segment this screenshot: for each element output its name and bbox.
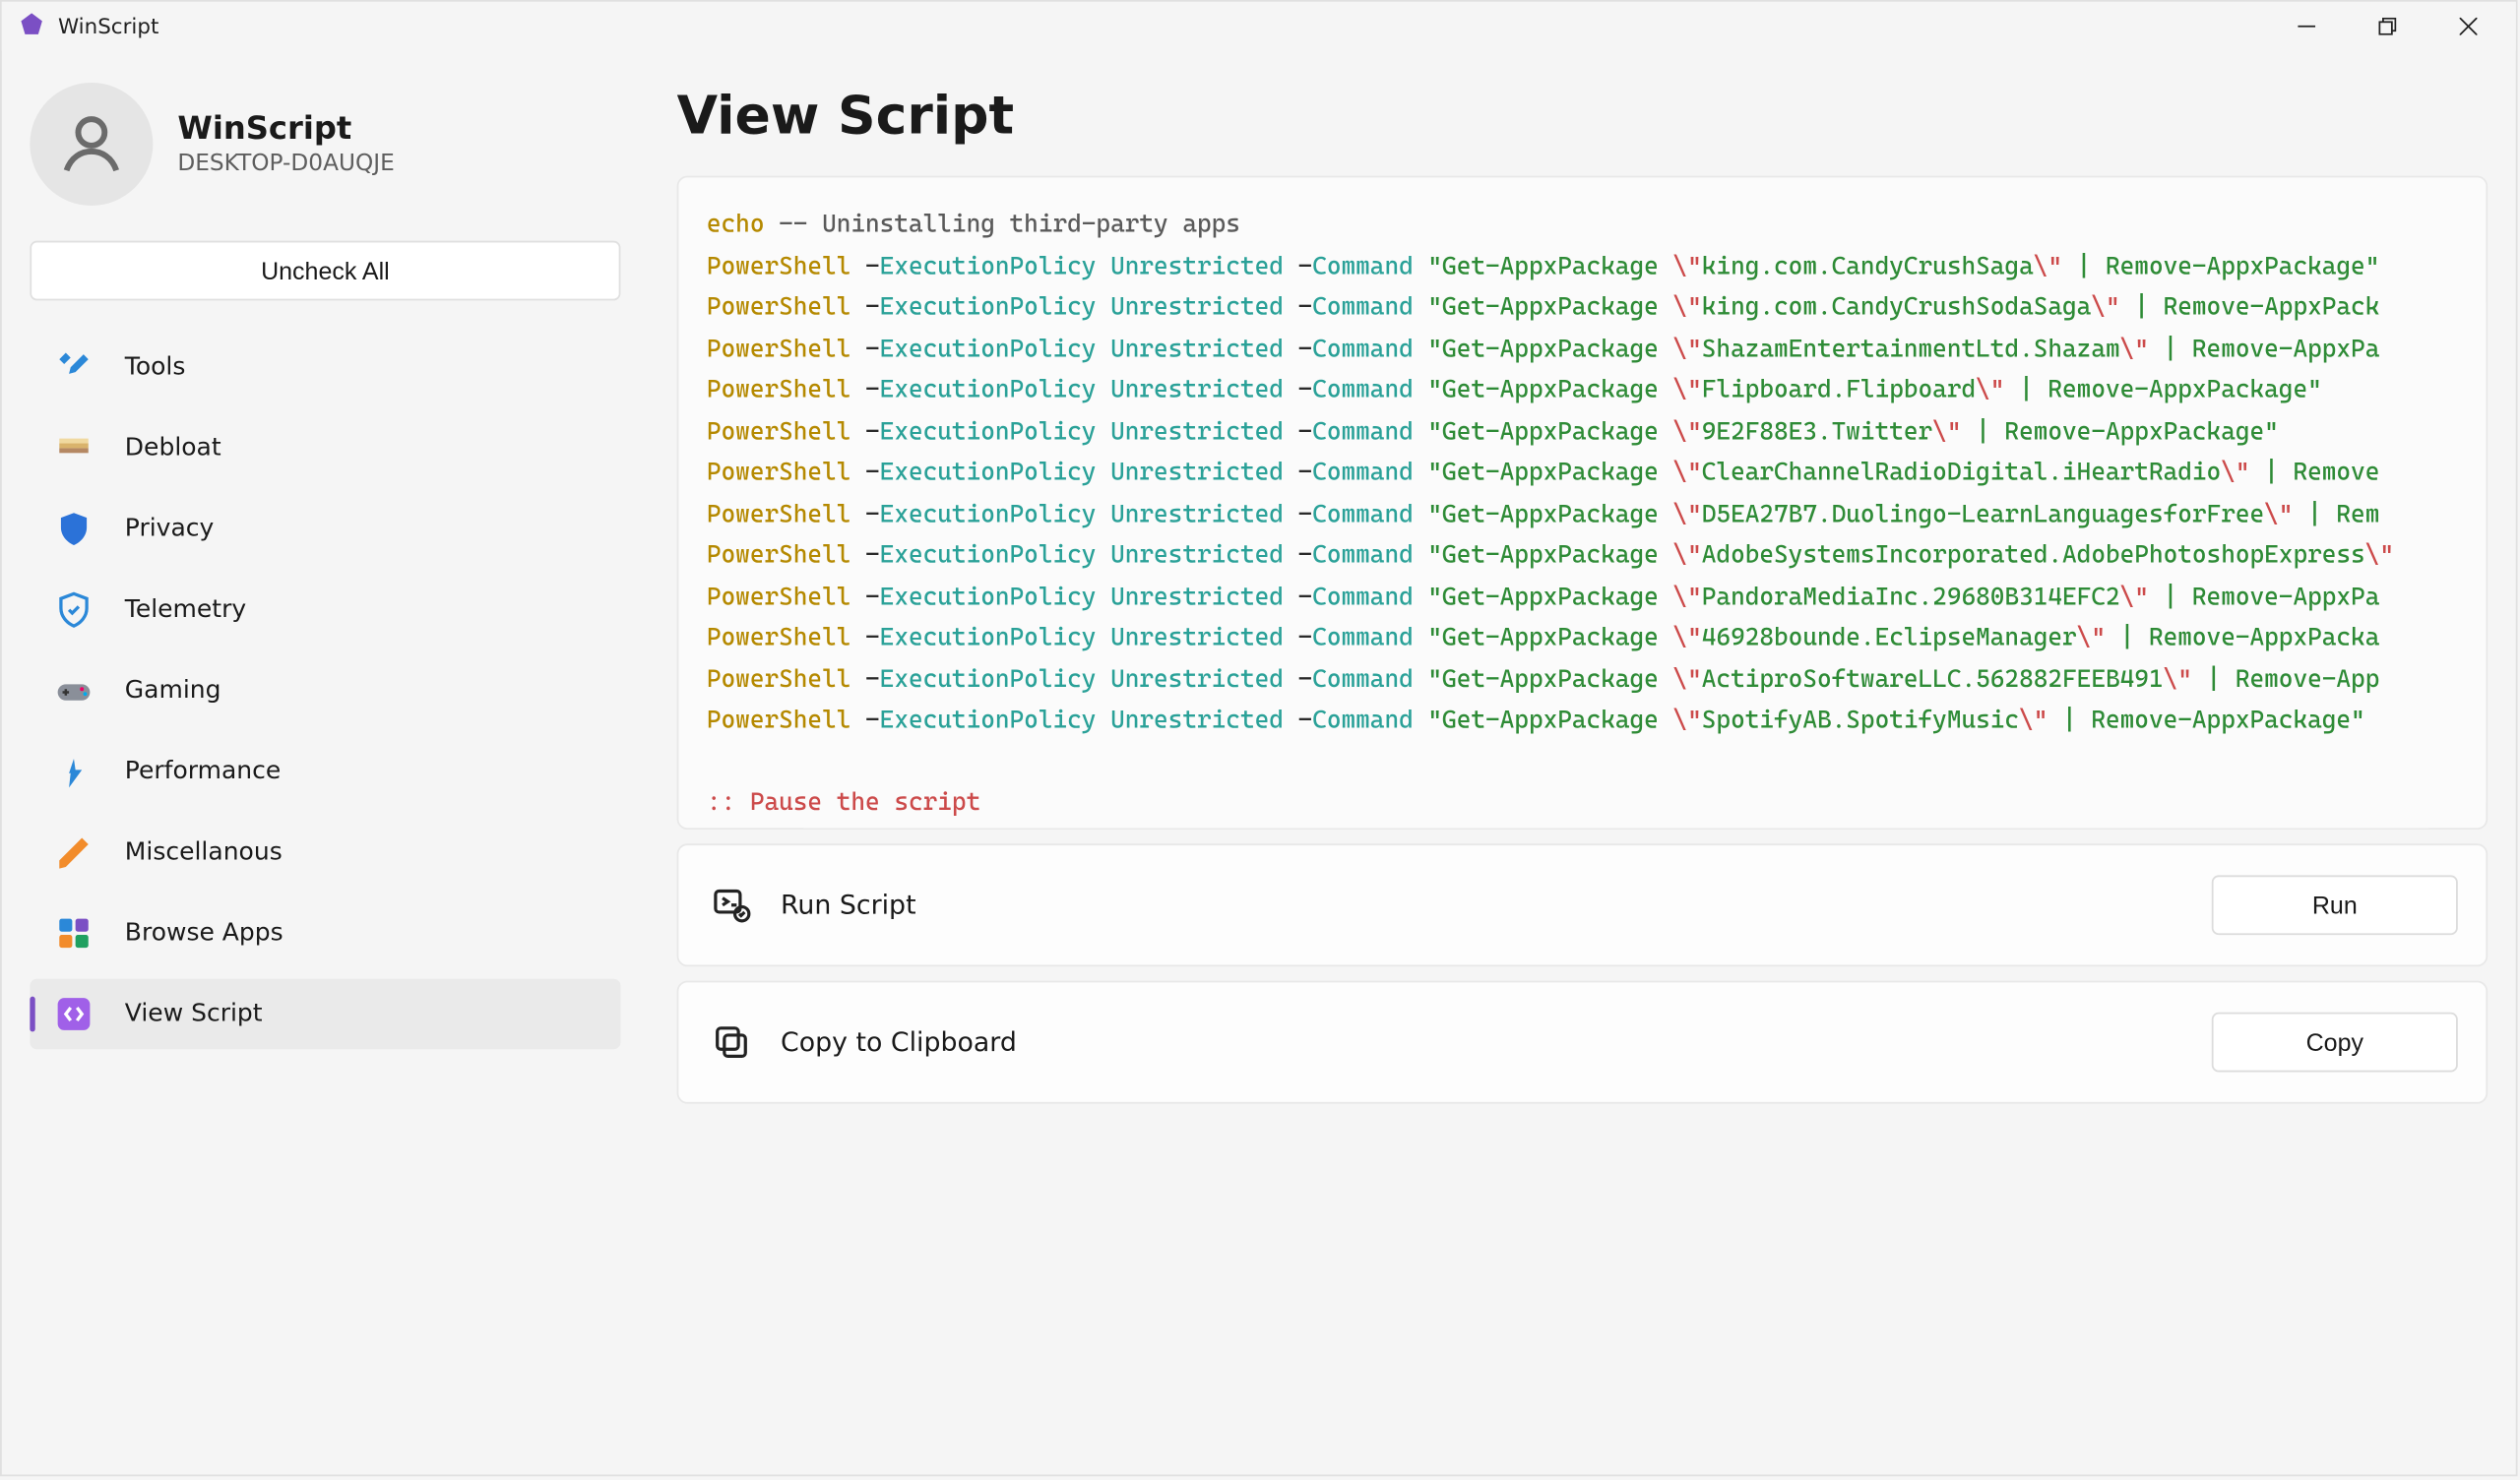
sidebar-item-performance[interactable]: Performance	[30, 736, 620, 806]
profile-block: WinScript DESKTOP-D0AUQJE	[30, 83, 620, 206]
sidebar-nav: Tools Debloat Privacy Telemetry Gaming Perfor…	[30, 333, 620, 1057]
sidebar-item-tools[interactable]: Tools	[30, 333, 620, 402]
sidebar-item-label: Debloat	[125, 434, 221, 462]
app-window: WinScript Wi	[0, 0, 2518, 1476]
run-script-label: Run Script	[781, 890, 916, 921]
sidebar-item-miscellanous[interactable]: Miscellanous	[30, 817, 620, 887]
sidebar-item-label: Browse Apps	[125, 919, 284, 948]
script-code-panel[interactable]: echo -- Uninstalling third-party apps Po…	[677, 176, 2488, 830]
main-content: View Script echo -- Uninstalling third-p…	[649, 51, 2516, 1475]
browse-apps-icon	[54, 914, 93, 953]
privacy-icon	[54, 510, 93, 548]
sidebar-item-label: Miscellanous	[125, 838, 283, 867]
view-script-icon	[54, 995, 93, 1033]
run-button[interactable]: Run	[2212, 875, 2458, 935]
sidebar-item-telemetry[interactable]: Telemetry	[30, 575, 620, 645]
sidebar-item-view-script[interactable]: View Script	[30, 979, 620, 1049]
sidebar-item-label: View Script	[125, 1000, 263, 1028]
debloat-icon	[54, 429, 93, 467]
sidebar-item-label: Telemetry	[125, 595, 246, 624]
profile-name: WinScript	[177, 111, 394, 149]
sidebar-item-label: Gaming	[125, 677, 221, 706]
sidebar-item-label: Privacy	[125, 515, 215, 543]
copy-icon	[707, 1018, 756, 1067]
copy-button[interactable]: Copy	[2212, 1013, 2458, 1073]
avatar-icon	[30, 83, 153, 206]
sidebar: WinScript DESKTOP-D0AUQJE Uncheck All To…	[2, 51, 649, 1475]
tools-icon	[54, 348, 93, 387]
uncheck-all-button[interactable]: Uncheck All	[30, 241, 620, 301]
app-title: WinScript	[58, 14, 158, 38]
window-controls	[2266, 2, 2508, 51]
run-script-card: Run Script Run	[677, 843, 2488, 966]
minimize-button[interactable]	[2266, 2, 2347, 51]
sidebar-item-debloat[interactable]: Debloat	[30, 413, 620, 483]
performance-icon	[54, 752, 93, 790]
titlebar: WinScript	[2, 2, 2516, 51]
run-script-icon	[707, 881, 756, 930]
page-title: View Script	[677, 87, 2488, 149]
maximize-button[interactable]	[2347, 2, 2427, 51]
telemetry-icon	[54, 590, 93, 629]
gaming-icon	[54, 671, 93, 709]
sidebar-item-label: Performance	[125, 758, 281, 786]
sidebar-item-gaming[interactable]: Gaming	[30, 655, 620, 725]
copy-clipboard-label: Copy to Clipboard	[781, 1026, 1017, 1058]
miscellanous-icon	[54, 833, 93, 872]
copy-clipboard-card: Copy to Clipboard Copy	[677, 981, 2488, 1104]
sidebar-item-browse-apps[interactable]: Browse Apps	[30, 898, 620, 968]
sidebar-item-privacy[interactable]: Privacy	[30, 494, 620, 564]
sidebar-item-label: Tools	[125, 353, 186, 382]
app-logo-icon	[16, 11, 47, 42]
close-button[interactable]	[2427, 2, 2508, 51]
profile-host: DESKTOP-D0AUQJE	[177, 152, 394, 178]
